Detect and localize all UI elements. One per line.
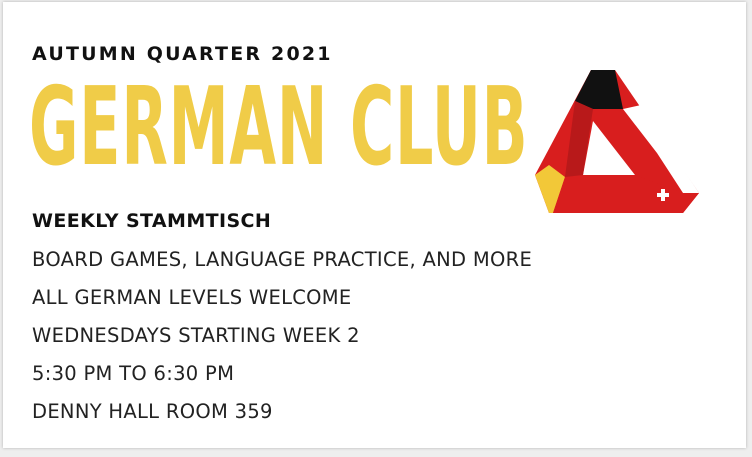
logo-black-stripe <box>575 70 623 109</box>
event-name: WEEKLY STAMMTISCH <box>32 210 272 232</box>
detail-location: DENNY HALL ROOM 359 <box>32 400 273 423</box>
detail-levels: ALL GERMAN LEVELS WELCOME <box>32 286 352 309</box>
quarter-label: AUTUMN QUARTER 2021 <box>32 43 333 65</box>
detail-day: WEDNESDAYS STARTING WEEK 2 <box>32 324 360 347</box>
logo-cross-horizontal <box>657 193 669 197</box>
flyer-card: AUTUMN QUARTER 2021 GERMAN CLUB WEEKLY S… <box>3 2 746 448</box>
event-details-list: BOARD GAMES, LANGUAGE PRACTICE, AND MORE… <box>32 242 532 432</box>
detail-time: 5:30 PM TO 6:30 PM <box>32 362 235 385</box>
club-title: GERMAN CLUB <box>29 65 529 191</box>
penrose-triangle-flags-icon <box>535 70 699 213</box>
detail-activities: BOARD GAMES, LANGUAGE PRACTICE, AND MORE <box>32 248 533 271</box>
